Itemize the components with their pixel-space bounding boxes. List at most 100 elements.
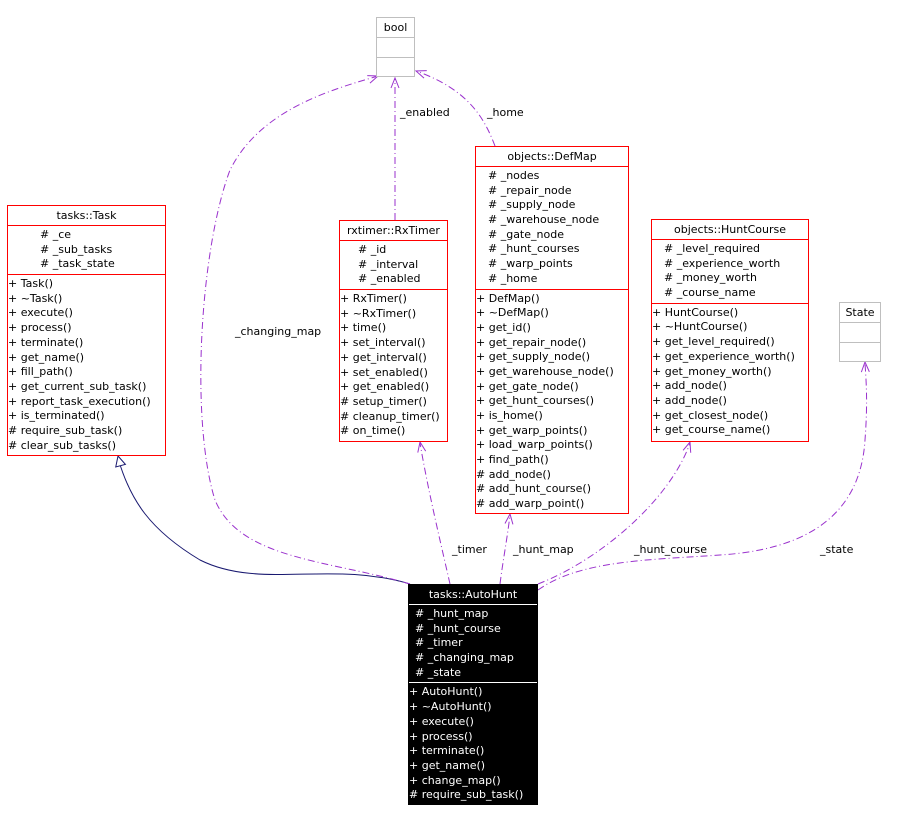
method: + load_warp_points() — [476, 438, 593, 452]
method: + process() — [8, 321, 72, 335]
edge-timer — [417, 440, 451, 585]
method: + get_name() — [409, 758, 486, 772]
method: + ~HuntCourse() — [652, 320, 748, 334]
method: + add_node() — [652, 393, 727, 407]
attribute-list: # _id # _interval # _enabled — [340, 241, 447, 291]
class-name: tasks::AutoHunt — [409, 585, 537, 605]
method: + add_node() — [652, 379, 727, 393]
method-list: + HuntCourse() + ~HuntCourse() + get_level… — [652, 304, 808, 440]
attribute: # _course_name — [664, 286, 756, 300]
edge-label: _state — [820, 543, 854, 556]
attribute: # _timer — [415, 636, 463, 650]
method: + Task() — [8, 277, 54, 291]
method: + find_path() — [476, 453, 549, 467]
edge-line — [419, 442, 451, 585]
method: + time() — [340, 321, 387, 335]
method: # cleanup_timer() — [340, 409, 440, 423]
attribute: # _experience_worth — [664, 256, 781, 270]
attribute: # _hunt_courses — [488, 242, 580, 256]
method-list — [377, 58, 414, 77]
edge-label: _timer — [452, 543, 487, 556]
edge-hunt-map — [499, 512, 514, 585]
arrowhead-icon — [682, 440, 692, 453]
method: + ~DefMap() — [476, 306, 549, 320]
method: + get_level_required() — [652, 335, 775, 349]
class-bool[interactable]: bool — [376, 17, 415, 77]
class-autohunt[interactable]: tasks::AutoHunt # _hunt_map # _hunt_course… — [408, 584, 538, 805]
attribute: # _sub_tasks — [40, 242, 113, 256]
edge-enabled — [390, 76, 400, 220]
method: + get_enabled() — [340, 380, 430, 394]
method: + is_home() — [476, 409, 543, 422]
method: # require_sub_task() — [8, 423, 123, 437]
attribute: # _changing_map — [415, 651, 514, 665]
method: + get_supply_node() — [476, 350, 591, 364]
edge-label: _hunt_course — [634, 543, 707, 556]
method: # setup_timer() — [340, 394, 427, 408]
attribute-list — [840, 323, 880, 343]
class-huntcourse[interactable]: objects::HuntCourse# _level_required # _e… — [651, 219, 809, 442]
method: + terminate() — [8, 335, 84, 349]
method: + get_hunt_courses() — [476, 394, 595, 408]
inheritance-arrow-icon — [115, 454, 127, 468]
method: + get_current_sub_task() — [8, 379, 147, 393]
edge-line — [499, 514, 511, 585]
attribute-list — [377, 38, 414, 58]
attribute: # _id — [358, 243, 387, 256]
method-list: + RxTimer() + ~RxTimer() + time() + set_int… — [340, 290, 447, 441]
class-defmap[interactable]: objects::DefMap # _nodes # _repair_node # _… — [475, 146, 629, 514]
attribute: # _nodes — [488, 169, 540, 182]
attribute: # _interval — [358, 257, 419, 271]
method: # clear_sub_tasks() — [8, 438, 117, 452]
attribute: # _state — [415, 665, 462, 679]
attribute-list: # _hunt_map # _hunt_course # _timer # _chan… — [409, 605, 537, 684]
method: + ~Task() — [8, 291, 63, 305]
method: + fill_path() — [8, 365, 73, 379]
method: + HuntCourse() — [652, 305, 739, 319]
class-task[interactable]: tasks::Task # _ce # _sub_tasks # _task_stat… — [7, 205, 166, 456]
method: + report_task_execution() — [8, 394, 151, 408]
edge-label: _changing_map — [235, 325, 322, 338]
method: + AutoHunt() — [409, 685, 483, 699]
attribute-list: # _nodes # _repair_node # _supply_node # _w… — [476, 167, 628, 290]
attribute: # _task_state — [40, 257, 115, 271]
method: # add_hunt_course() — [476, 482, 592, 496]
method-list: + AutoHunt() + ~AutoHunt() + execute() + pr… — [409, 683, 537, 805]
method: + terminate() — [409, 744, 485, 758]
method-list: + DefMap() + ~DefMap() + get_id() + get_rep… — [476, 290, 628, 514]
method: + RxTimer() — [340, 292, 407, 306]
attribute: # _gate_node — [488, 227, 564, 241]
edge-line — [117, 457, 411, 585]
edge-label: _home — [487, 106, 524, 119]
method: # require_sub_task() — [409, 788, 524, 802]
method: + set_enabled() — [340, 365, 428, 379]
method-list — [840, 343, 880, 362]
method: + process() — [409, 729, 473, 743]
method: + ~AutoHunt() — [409, 700, 492, 714]
class-name: State — [840, 303, 880, 323]
edge-label: _enabled — [400, 106, 450, 119]
class-state[interactable]: State — [839, 302, 881, 362]
method: + get_warehouse_node() — [476, 364, 614, 378]
class-name: objects::HuntCourse — [652, 220, 808, 240]
attribute: # _level_required — [664, 242, 760, 255]
method: + get_repair_node() — [476, 335, 587, 349]
attribute-list: # _ce # _sub_tasks # _task_state — [8, 226, 165, 276]
method: # on_time() — [340, 424, 406, 438]
attribute: # _repair_node — [488, 183, 572, 197]
class-name: bool — [377, 18, 414, 38]
class-rxtimer[interactable]: rxtimer::RxTimer # _id # _interval # _enabl… — [339, 220, 448, 442]
method: + get_gate_node() — [476, 379, 579, 393]
method: + is_terminated() — [8, 409, 105, 423]
method: + ~RxTimer() — [340, 306, 417, 320]
method: + execute() — [409, 714, 474, 728]
method-list: + Task() + ~Task() + execute() + process() +… — [8, 275, 165, 455]
method: + get_id() — [476, 320, 531, 334]
method: # add_node() — [476, 467, 551, 481]
attribute: # _hunt_map — [415, 607, 489, 620]
class-name: tasks::Task — [8, 206, 165, 226]
attribute: # _money_worth — [664, 271, 757, 285]
attribute: # _ce — [40, 228, 72, 241]
attribute: # _enabled — [358, 272, 421, 286]
method: + get_course_name() — [652, 423, 771, 437]
